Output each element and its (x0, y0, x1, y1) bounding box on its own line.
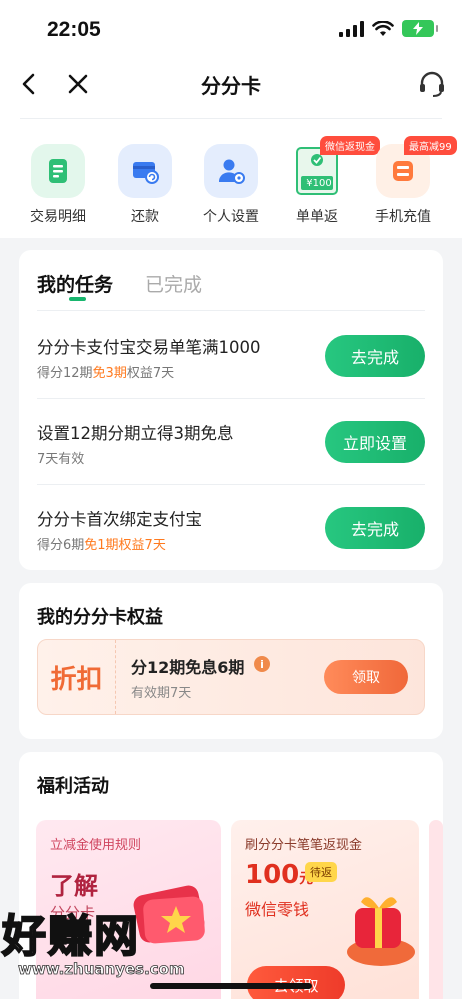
quick-actions-panel: 交易明细 还款 个人设置 微信返现金 ¥100 单单返 最高减99 手机充值 (0, 116, 462, 238)
promo-sub: 立减金使用规则 (50, 838, 142, 853)
task-desc: 得分12期免3期权益7天 (37, 366, 175, 381)
transaction-detail-icon (31, 144, 85, 198)
task-title: 分分卡支付宝交易单笔满1000 (37, 338, 261, 357)
task-go-button[interactable]: 去完成 (325, 335, 425, 377)
quick-action-label: 单单返 (296, 209, 338, 225)
task-item: 设置12期分期立得3期免息 7天有效 立即设置 (37, 398, 425, 484)
status-time: 22:05 (47, 18, 101, 41)
home-indicator (150, 983, 312, 989)
user-settings-icon (204, 144, 258, 198)
task-title: 设置12期分期立得3期免息 (37, 424, 234, 443)
quick-action-badge: 最高减99 (404, 136, 457, 155)
repay-icon (118, 144, 172, 198)
task-item: 分分卡支付宝交易单笔满1000 得分12期免3期权益7天 去完成 (37, 312, 425, 398)
quick-action-repay[interactable]: 还款 (100, 144, 190, 226)
tasks-card: 我的任务 已完成 分分卡支付宝交易单笔满1000 得分12期免3期权益7天 去完… (19, 250, 443, 570)
task-desc: 得分6期免1期权益7天 (37, 538, 166, 553)
quick-action-phone-recharge[interactable]: 最高减99 手机充值 (358, 136, 457, 226)
quick-action-cashback[interactable]: 微信返现金 ¥100 单单返 (272, 136, 380, 226)
promo-amount: 100元 (245, 860, 313, 890)
status-icons (339, 20, 438, 37)
status-bar: 22:05 (0, 0, 462, 58)
watermark-url: www.zhuanyes.com (18, 960, 185, 979)
tab-indicator (69, 297, 86, 301)
task-go-button[interactable]: 去完成 (325, 507, 425, 549)
task-setup-button[interactable]: 立即设置 (325, 421, 425, 463)
quick-action-transactions[interactable]: 交易明细 (13, 144, 103, 226)
task-desc: 7天有效 (37, 452, 85, 467)
divider (37, 310, 425, 311)
benefits-card: 我的分分卡权益 折扣 分12期免息6期 i 有效期7天 领取 (19, 583, 443, 739)
watermark-logo: 好赚网 (1, 910, 140, 963)
wifi-icon (372, 20, 394, 36)
quick-action-label: 个人设置 (203, 209, 259, 225)
promo-next-banner[interactable] (429, 820, 443, 999)
benefit-name: 分12期免息6期 (131, 658, 245, 677)
welfare-title: 福利活动 (37, 776, 109, 797)
gift-box-illustration-icon (347, 897, 415, 966)
page-title: 分分卡 (201, 74, 261, 98)
promo-cashback-banner[interactable]: 刷分分卡笔笔返现金 100元 待返 微信零钱 去领取 (231, 820, 419, 999)
quick-action-user-settings[interactable]: 个人设置 (186, 144, 276, 226)
tab-my-tasks[interactable]: 我的任务 (37, 270, 113, 297)
promo-big: 了解 (50, 872, 98, 900)
claim-button[interactable]: 领取 (324, 660, 408, 694)
cashback-card-text: ¥100 (306, 178, 332, 189)
task-tabs: 我的任务 已完成 (37, 270, 202, 297)
signal-icon (339, 20, 364, 37)
task-title: 分分卡首次绑定支付宝 (37, 510, 202, 529)
nav-bar: 分分卡 (0, 58, 462, 116)
promo-desc: 微信零钱 (245, 900, 310, 919)
promo-sub: 刷分分卡笔笔返现金 (245, 838, 363, 853)
benefit-valid: 有效期7天 (131, 686, 192, 701)
quick-action-label: 手机充值 (375, 209, 431, 225)
promo-tag: 待返 (305, 862, 337, 882)
info-icon[interactable]: i (254, 656, 270, 672)
task-item: 分分卡首次绑定支付宝 得分6期免1期权益7天 去完成 (37, 484, 425, 570)
customer-service-icon[interactable] (416, 68, 448, 100)
benefit-coupon: 折扣 分12期免息6期 i 有效期7天 领取 (37, 639, 425, 715)
quick-action-label: 还款 (131, 209, 159, 225)
quick-action-label: 交易明细 (30, 209, 86, 225)
benefits-title: 我的分分卡权益 (37, 607, 163, 628)
tab-completed[interactable]: 已完成 (145, 270, 202, 297)
battery-charging-icon (402, 20, 438, 37)
divider (20, 118, 442, 119)
benefit-tag: 折扣 (38, 640, 116, 714)
